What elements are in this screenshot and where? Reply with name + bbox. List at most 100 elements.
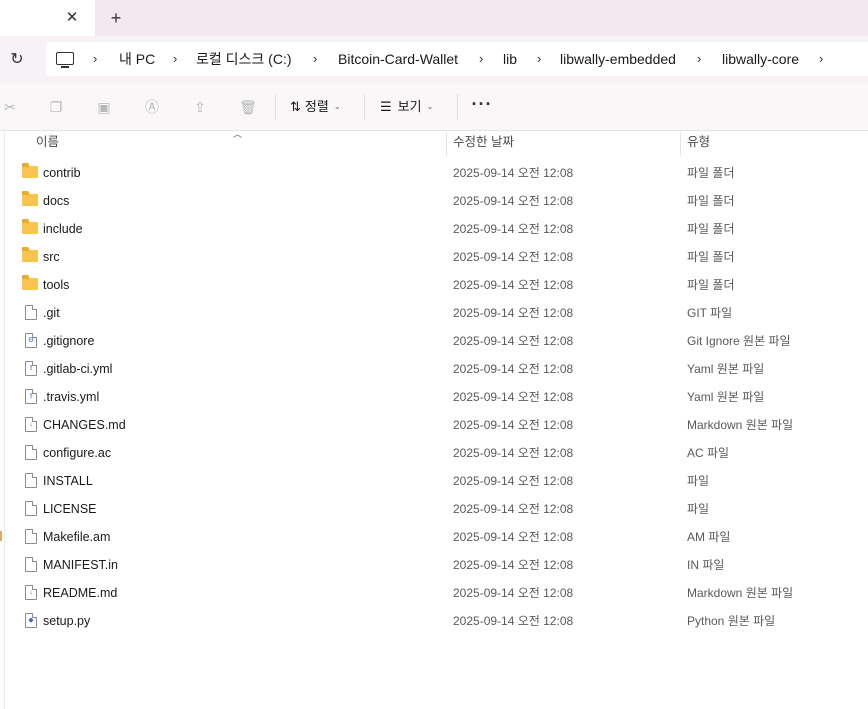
column-date-header[interactable]: 수정한 날짜	[453, 130, 514, 156]
command-separator	[457, 94, 458, 120]
computer-icon[interactable]	[56, 52, 74, 68]
file-icon	[25, 445, 37, 460]
delete-icon[interactable]: 🗑	[238, 97, 258, 117]
column-divider[interactable]	[446, 132, 447, 156]
file-icon-glyph	[27, 504, 35, 513]
file-row[interactable]: include 2025-09-14 오전 12:08 파일 폴더	[0, 215, 868, 243]
markdown-file-icon: ↓	[25, 417, 37, 432]
folder-icon	[22, 163, 38, 178]
file-name: LICENSE	[43, 502, 97, 516]
file-type: 파일 폴더	[687, 194, 735, 208]
breadcrumb-separator-icon[interactable]: ›	[537, 42, 541, 76]
breadcrumb-libwally-embedded[interactable]: libwally-embedded	[560, 42, 676, 76]
file-row[interactable]: configure.ac 2025-09-14 오전 12:08 AC 파일	[0, 439, 868, 467]
cut-icon[interactable]: ✂	[0, 97, 20, 117]
file-row[interactable]: ↓ README.md 2025-09-14 오전 12:08 Markdown 원본…	[0, 579, 868, 607]
file-row[interactable]: ◆ setup.py 2025-09-14 오전 12:08 Python 원본 파일	[0, 607, 868, 635]
tab-strip: ✕ +	[0, 0, 868, 36]
file-date: 2025-09-14 오전 12:08	[453, 502, 574, 516]
file-name: .gitlab-ci.yml	[43, 362, 113, 376]
file-row[interactable]: contrib 2025-09-14 오전 12:08 파일 폴더	[0, 159, 868, 187]
file-name: tools	[43, 278, 70, 292]
file-row[interactable]: docs 2025-09-14 오전 12:08 파일 폴더	[0, 187, 868, 215]
paste-icon[interactable]: ▣	[94, 97, 114, 117]
file-row[interactable]: tools 2025-09-14 오전 12:08 파일 폴더	[0, 271, 868, 299]
new-tab-button[interactable]: +	[106, 7, 126, 29]
file-type: 파일 폴더	[687, 278, 735, 292]
file-date: 2025-09-14 오전 12:08	[453, 222, 574, 236]
folder-icon	[22, 247, 38, 262]
breadcrumb-lib[interactable]: lib	[503, 42, 517, 76]
view-lines-icon: ☰	[380, 99, 392, 114]
breadcrumb-bitcoin-card-wallet[interactable]: Bitcoin-Card-Wallet	[338, 42, 458, 76]
folder-icon	[22, 219, 38, 234]
file-date: 2025-09-14 오전 12:08	[453, 586, 574, 600]
file-date: 2025-09-14 오전 12:08	[453, 418, 574, 432]
file-row[interactable]: MANIFEST.in 2025-09-14 오전 12:08 IN 파일	[0, 551, 868, 579]
breadcrumb-separator-icon[interactable]: ›	[93, 42, 97, 76]
gear-file-icon: ⚙	[25, 333, 37, 348]
close-tab-icon[interactable]: ✕	[64, 8, 80, 28]
view-label: 보기	[397, 99, 422, 114]
refresh-icon[interactable]: ↻	[6, 49, 28, 71]
file-type: AM 파일	[687, 530, 731, 544]
file-type: 파일	[687, 474, 710, 488]
sort-icon: ⇅	[290, 99, 301, 114]
breadcrumb-local-disk[interactable]: 로컬 디스크 (C:)	[196, 42, 292, 76]
breadcrumb-separator-icon[interactable]: ›	[819, 42, 823, 76]
breadcrumb-separator-icon[interactable]: ›	[479, 42, 483, 76]
file-type: Yaml 원본 파일	[687, 390, 765, 404]
file-row[interactable]: src 2025-09-14 오전 12:08 파일 폴더	[0, 243, 868, 271]
file-list: contrib 2025-09-14 오전 12:08 파일 폴더 docs 2025-…	[0, 159, 868, 635]
copy-icon[interactable]: ❐	[46, 97, 66, 117]
file-icon	[25, 557, 37, 572]
file-date: 2025-09-14 오전 12:08	[453, 306, 574, 320]
breadcrumb-separator-icon[interactable]: ›	[173, 42, 177, 76]
breadcrumb-separator-icon[interactable]: ›	[313, 42, 317, 76]
file-icon-glyph	[27, 448, 35, 457]
column-name-header[interactable]: 이름	[36, 130, 59, 156]
file-row[interactable]: Makefile.am 2025-09-14 오전 12:08 AM 파일	[0, 523, 868, 551]
more-options-icon[interactable]: ···	[471, 95, 493, 116]
file-icon	[25, 473, 37, 488]
folder-icon	[22, 275, 38, 290]
file-date: 2025-09-14 오전 12:08	[453, 390, 574, 404]
breadcrumb-this-pc[interactable]: 내 PC	[119, 42, 155, 76]
sort-ascending-icon: ︿	[233, 129, 243, 139]
active-tab[interactable]: ✕	[0, 0, 95, 36]
markdown-file-icon-glyph: ↓	[29, 421, 33, 428]
column-header-row: ︿ 이름 수정한 날짜 유형	[0, 129, 868, 156]
file-row[interactable]: .git 2025-09-14 오전 12:08 GIT 파일	[0, 299, 868, 327]
rename-icon[interactable]: Ⓐ	[142, 97, 162, 117]
file-row[interactable]: INSTALL 2025-09-14 오전 12:08 파일	[0, 467, 868, 495]
file-row[interactable]: ↓ CHANGES.md 2025-09-14 오전 12:08 Markdown 원…	[0, 411, 868, 439]
file-row[interactable]: LICENSE 2025-09-14 오전 12:08 파일	[0, 495, 868, 523]
file-name: docs	[43, 194, 70, 208]
file-row[interactable]: ! .gitlab-ci.yml 2025-09-14 오전 12:08 Yaml 원…	[0, 355, 868, 383]
sort-button[interactable]: ⇅ 정렬 ⌄	[290, 97, 341, 117]
file-type: 파일 폴더	[687, 250, 735, 264]
file-row[interactable]: ! .travis.yml 2025-09-14 오전 12:08 Yaml 원본 파…	[0, 383, 868, 411]
view-button[interactable]: ☰ 보기 ⌄	[380, 97, 433, 117]
file-date: 2025-09-14 오전 12:08	[453, 334, 574, 348]
column-divider[interactable]	[680, 132, 681, 156]
markdown-file-icon: ↓	[25, 585, 37, 600]
address-bar[interactable]: › 내 PC › 로컬 디스크 (C:) › Bitcoin-Card-Wall…	[46, 42, 868, 76]
file-date: 2025-09-14 오전 12:08	[453, 446, 574, 460]
file-name: README.md	[43, 586, 118, 600]
file-date: 2025-09-14 오전 12:08	[453, 614, 574, 628]
folder-icon	[22, 191, 38, 206]
breadcrumb-libwally-core[interactable]: libwally-core	[722, 42, 799, 76]
file-date: 2025-09-14 오전 12:08	[453, 166, 574, 180]
breadcrumb-separator-icon[interactable]: ›	[697, 42, 701, 76]
file-date: 2025-09-14 오전 12:08	[453, 194, 574, 208]
file-row[interactable]: ⚙ .gitignore 2025-09-14 오전 12:08 Git Ignore…	[0, 327, 868, 355]
navigation-bar: ↻ › 내 PC › 로컬 디스크 (C:) › Bitcoin-Card-Wa…	[0, 36, 868, 84]
file-type: AC 파일	[687, 446, 730, 460]
python-file-icon: ◆	[25, 613, 37, 628]
file-type: 파일 폴더	[687, 166, 735, 180]
share-icon[interactable]: ⇪	[190, 97, 210, 117]
file-type: IN 파일	[687, 558, 725, 572]
column-type-header[interactable]: 유형	[687, 130, 710, 156]
file-date: 2025-09-14 오전 12:08	[453, 278, 574, 292]
